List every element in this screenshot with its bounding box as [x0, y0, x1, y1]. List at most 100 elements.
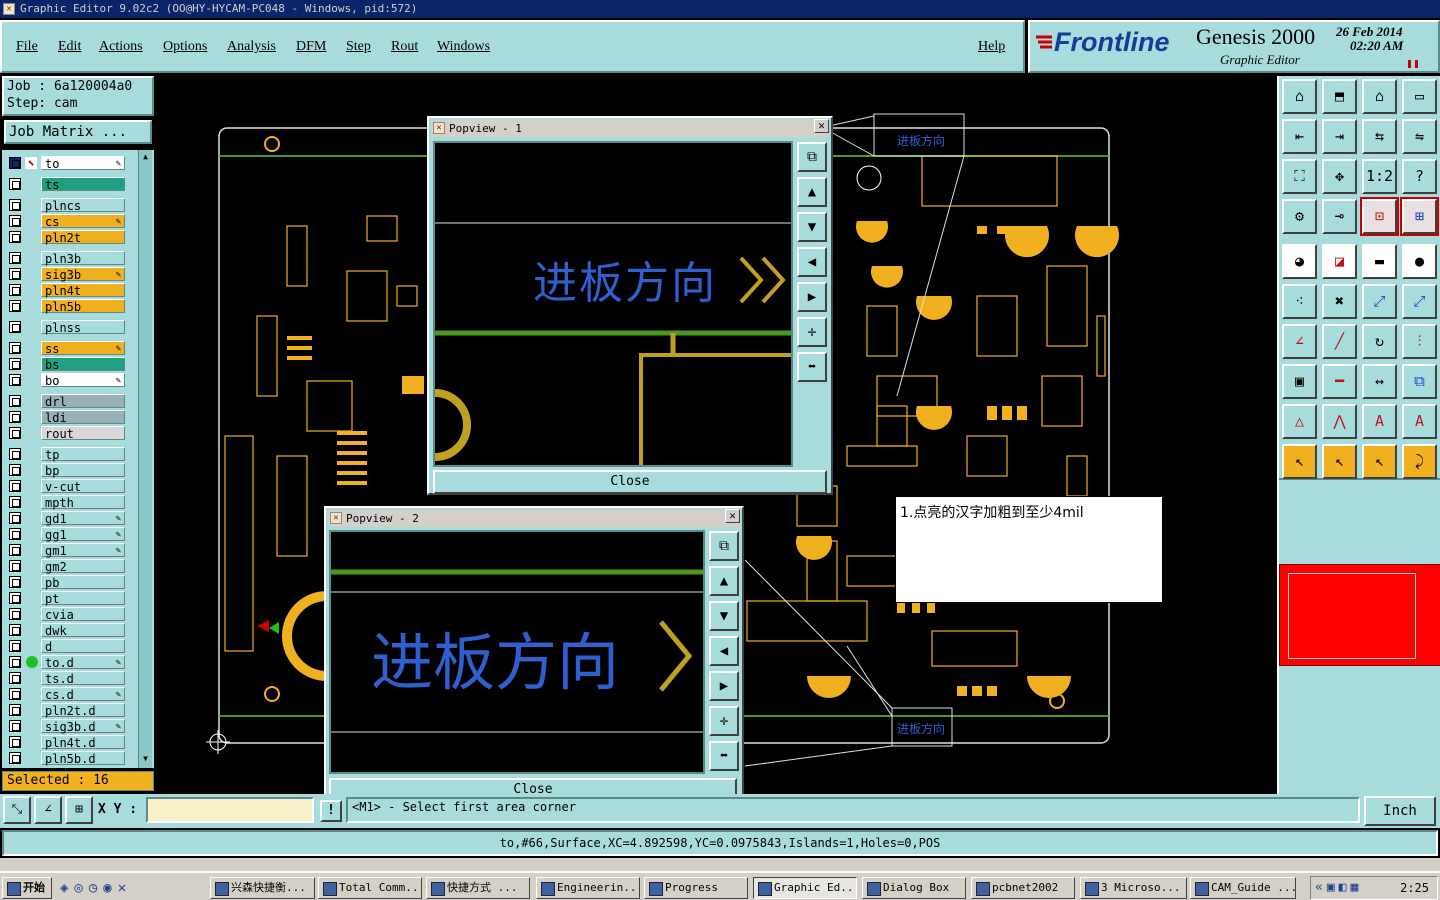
layer-checkbox[interactable] [9, 656, 21, 668]
home-icon[interactable]: ⌂ [1282, 79, 1317, 114]
pointer-icon[interactable]: ↖ [1282, 444, 1317, 479]
layer-checkbox[interactable] [9, 528, 21, 540]
layer-name[interactable]: bs [41, 357, 125, 372]
layer-name[interactable]: gm1 [41, 543, 125, 558]
layer-checkbox[interactable] [9, 592, 21, 604]
popview-2-canvas[interactable]: 进板方向 [329, 530, 705, 774]
layer-name[interactable]: dwk [41, 623, 125, 638]
layer-row[interactable]: pln3b [5, 251, 125, 266]
layer-name[interactable]: pb [41, 575, 125, 590]
layer-name[interactable]: pln4t [41, 283, 125, 298]
layer-checkbox[interactable] [9, 736, 21, 748]
layer-name[interactable]: rout [41, 426, 125, 441]
menu-analysis[interactable]: Analysis [227, 39, 276, 55]
layer-checkbox[interactable] [9, 268, 21, 280]
swap-icon[interactable]: ⇋ [1402, 119, 1437, 154]
taskbar-item[interactable]: Progress [644, 877, 748, 899]
connect-blue-icon[interactable]: ⤢ [1402, 284, 1437, 319]
layer-row[interactable]: pt [5, 591, 125, 606]
ruler-icon[interactable]: ▬ [1362, 244, 1397, 279]
select-node-icon[interactable]: ⁖ [1282, 284, 1317, 319]
layer-row[interactable]: plncs [5, 198, 125, 213]
layer-name[interactable]: d [41, 639, 125, 654]
pause-icon[interactable] [1408, 60, 1418, 68]
layer-checkbox[interactable] [9, 560, 21, 572]
zoom-home-icon[interactable]: ⤡ [3, 796, 31, 824]
pad-feature-icon[interactable]: ▣ [1282, 364, 1317, 399]
save-icon[interactable]: ⬒ [1322, 79, 1357, 114]
line-icon[interactable]: ╱ [1322, 324, 1357, 359]
arc-icon[interactable]: ↻ [1362, 324, 1397, 359]
triangle-icon[interactable]: △ [1282, 404, 1317, 439]
fit-icon[interactable]: ⛶ [1282, 159, 1317, 194]
scale-icon[interactable]: 1:2 [1362, 159, 1397, 194]
units-button[interactable]: Inch [1364, 796, 1436, 826]
layer-name[interactable]: sig3b.d [41, 719, 125, 734]
layer-checkbox[interactable] [9, 395, 21, 407]
menu-actions[interactable]: Actions [99, 39, 143, 55]
pointer-box-icon[interactable]: ↖ [1322, 444, 1357, 479]
scroll-down-icon[interactable]: ▼ [140, 754, 151, 764]
layer-row[interactable]: plnss [5, 320, 125, 335]
layer-name[interactable]: plncs [41, 198, 125, 213]
warning-icon[interactable]: ! [320, 800, 342, 822]
layer-row[interactable]: mpth [5, 495, 125, 510]
layer-checkbox[interactable] [9, 300, 21, 312]
layer-name[interactable]: ss [41, 341, 125, 356]
taskbar-item[interactable]: Engineerin... [536, 877, 640, 899]
popview-2-zoom-in-icon[interactable]: ✛ [709, 706, 739, 736]
layer-row[interactable]: bo [5, 373, 125, 388]
taskbar-item[interactable]: 快捷方式 ... [426, 877, 530, 899]
layer-name[interactable]: cs.d [41, 687, 125, 702]
layer-name[interactable]: mpth [41, 495, 125, 510]
layer-row[interactable]: gm2 [5, 559, 125, 574]
layer-row[interactable]: gg1 [5, 527, 125, 542]
layer-checkbox[interactable] [9, 688, 21, 700]
layer-checkbox[interactable] [9, 411, 21, 423]
menu-help[interactable]: Help [978, 39, 1005, 55]
popview-2-pan-left-icon[interactable]: ◀ [709, 636, 739, 666]
popview-1-pan-right-icon[interactable]: ▶ [797, 282, 827, 312]
layer-row[interactable]: ts.d [5, 671, 125, 686]
layers-blue-icon[interactable]: ⊞ [1400, 197, 1439, 236]
layer-name[interactable]: bo [41, 373, 125, 388]
grid-icon[interactable]: ⊞ [65, 796, 93, 824]
layer-name[interactable]: pln2t.d [41, 703, 125, 718]
layer-row[interactable]: rout [5, 426, 125, 441]
layer-name[interactable]: to.d [41, 655, 125, 670]
add-pad-icon[interactable]: ◕ [1282, 244, 1317, 279]
layer-name[interactable]: tp [41, 447, 125, 462]
popview-2-pan-right-icon[interactable]: ▶ [709, 671, 739, 701]
layer-row[interactable]: pb [5, 575, 125, 590]
move-right-icon[interactable]: ⇥ [1322, 119, 1357, 154]
popview-1-pan-down-icon[interactable]: ▼ [797, 212, 827, 242]
layer-checkbox[interactable] [9, 544, 21, 556]
house-icon[interactable]: ⌂ [1362, 79, 1397, 114]
layer-name[interactable]: cs [41, 214, 125, 229]
measure-icon[interactable]: ∠ [34, 796, 62, 824]
layers-red-icon[interactable]: ⊡ [1360, 197, 1399, 236]
layer-checkbox[interactable] [9, 358, 21, 370]
layer-checkbox[interactable] [9, 321, 21, 333]
layer-row[interactable]: sig3b.d [5, 719, 125, 734]
layer-row[interactable]: gm1 [5, 543, 125, 558]
popview-1-pan-up-icon[interactable]: ▲ [797, 177, 827, 207]
settings-icon[interactable]: ⚙ [1282, 199, 1317, 234]
layer-name[interactable]: gm2 [41, 559, 125, 574]
layer-row[interactable]: d [5, 639, 125, 654]
job-matrix-button[interactable]: Job Matrix ... [4, 120, 152, 144]
layer-checkbox[interactable] [9, 512, 21, 524]
layer-checkbox[interactable] [9, 199, 21, 211]
move-left-icon[interactable]: ⇤ [1282, 119, 1317, 154]
taskbar-item[interactable]: CAM_Guide ... [1190, 877, 1296, 899]
area-a-icon[interactable]: A [1362, 404, 1397, 439]
layer-row[interactable]: cs [5, 214, 125, 229]
menu-edit[interactable]: Edit [58, 39, 81, 55]
edge-icon[interactable]: ━ [1322, 364, 1357, 399]
layer-row[interactable]: pln2t.d [5, 703, 125, 718]
layer-checkbox[interactable] [9, 752, 21, 764]
popview-1-close-button[interactable]: Close [433, 470, 827, 494]
layer-row[interactable]: cvia [5, 607, 125, 622]
angle-icon[interactable]: ∠ [1282, 324, 1317, 359]
layer-checkbox[interactable] [9, 427, 21, 439]
